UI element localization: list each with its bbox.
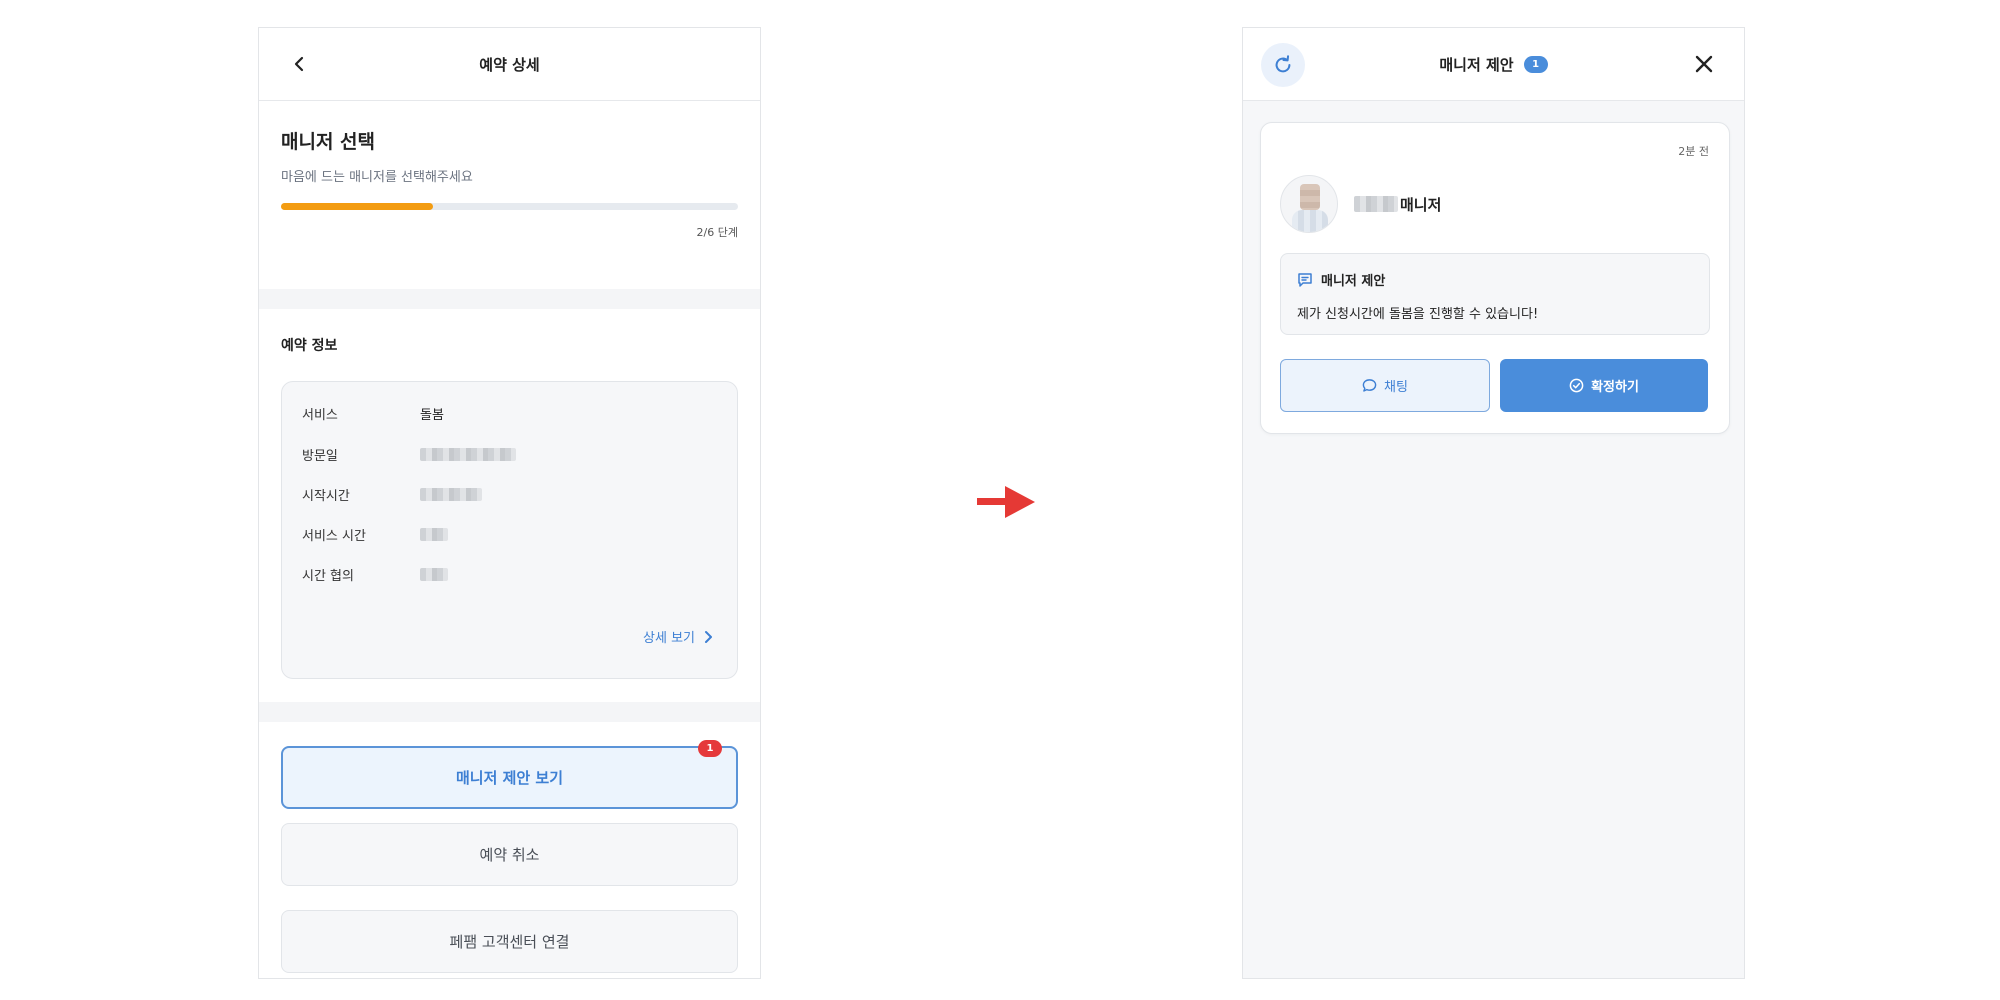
avatar-head (1300, 184, 1320, 210)
info-card: 서비스 돌봄 방문일 시작시간 서비스 시간 시간 협의 상세 보기 (281, 381, 738, 679)
offers-count-badge: 1 (698, 740, 722, 757)
page-title: 매니저 제안 1 (1439, 54, 1548, 75)
chat-bubble-icon (1362, 379, 1377, 392)
section-divider (259, 289, 760, 309)
info-label: 시작시간 (302, 488, 350, 504)
chevron-right-icon (705, 630, 712, 643)
reservation-info-section: 예약 정보 서비스 돌봄 방문일 시작시간 서비스 시간 시간 협의 상세 보기 (259, 309, 760, 702)
info-row-start-time: 시작시간 (302, 474, 717, 514)
support-label: 페팸 고객센터 연결 (449, 933, 570, 951)
message-header: 매니저 제안 (1297, 270, 1693, 289)
info-row-time-negotiation: 시간 협의 (302, 554, 717, 594)
section-divider (259, 702, 760, 722)
action-buttons: 매니저 제안 보기 1 예약 취소 페팸 고객센터 연결 (259, 722, 760, 973)
view-details-label: 상세 보기 (643, 631, 695, 646)
progress-bar (281, 203, 738, 210)
refresh-icon (1275, 55, 1291, 73)
page-title: 예약 상세 (479, 55, 540, 74)
header-bar: 예약 상세 (259, 28, 760, 101)
manager-offer-card: 2분 전 매니저 매니저 제안 제가 신청시간에 돌봄을 진행할 수 있습니다! (1260, 122, 1730, 434)
section-title: 매니저 선택 (281, 131, 376, 153)
offer-timestamp: 2분 전 (1678, 145, 1709, 158)
offer-message-box: 매니저 제안 제가 신청시간에 돌봄을 진행할 수 있습니다! (1280, 253, 1710, 335)
avatar (1280, 175, 1338, 233)
message-title: 매니저 제안 (1321, 274, 1386, 289)
cancel-label: 예약 취소 (479, 846, 540, 864)
title-text: 매니저 제안 (1439, 55, 1514, 74)
customer-center-button[interactable]: 페팸 고객센터 연결 (281, 910, 738, 973)
refresh-button[interactable] (1261, 43, 1305, 87)
manager-select-section: 매니저 선택 마음에 드는 매니저를 선택해주세요 2/6 단계 (259, 101, 760, 289)
confirm-label: 확정하기 (1591, 380, 1639, 395)
redacted-value (420, 447, 516, 461)
info-row-service-time: 서비스 시간 (302, 514, 717, 554)
view-details-link[interactable]: 상세 보기 (643, 627, 713, 646)
progress-fill (281, 203, 434, 210)
cancel-reservation-button[interactable]: 예약 취소 (281, 823, 738, 886)
info-row-visit-date: 방문일 (302, 434, 717, 474)
info-label: 방문일 (302, 448, 338, 464)
chat-label: 채팅 (1384, 380, 1408, 395)
view-manager-offers-button[interactable]: 매니저 제안 보기 1 (281, 740, 738, 809)
manager-info: 매니저 (1280, 175, 1441, 233)
avatar-body (1292, 210, 1328, 232)
back-button[interactable] (287, 52, 311, 76)
check-circle-icon (1569, 378, 1584, 393)
confirm-button[interactable]: 확정하기 (1500, 359, 1708, 412)
info-label: 시간 협의 (302, 568, 354, 584)
redacted-name (1354, 196, 1398, 212)
chat-button[interactable]: 채팅 (1280, 359, 1490, 412)
redacted-value (420, 527, 448, 541)
reservation-detail-screen: 예약 상세 매니저 선택 마음에 드는 매니저를 선택해주세요 2/6 단계 예… (258, 27, 761, 979)
info-section-title: 예약 정보 (281, 338, 338, 354)
arrow-right-icon (977, 486, 1035, 518)
redacted-value (420, 567, 448, 581)
manager-suffix: 매니저 (1400, 195, 1442, 214)
redacted-value (420, 487, 482, 501)
info-row-service: 서비스 돌봄 (302, 404, 717, 434)
manager-name: 매니저 (1354, 194, 1441, 215)
info-value: 돌봄 (420, 408, 444, 423)
offer-count-badge: 1 (1523, 55, 1548, 73)
chevron-left-icon (294, 56, 304, 72)
info-label: 서비스 (302, 408, 338, 423)
close-button[interactable] (1692, 52, 1716, 76)
message-text: 제가 신청시간에 돌봄을 진행할 수 있습니다! (1297, 307, 1539, 322)
message-icon (1298, 272, 1312, 287)
close-icon (1695, 55, 1713, 73)
section-subtitle: 마음에 드는 매니저를 선택해주세요 (281, 170, 473, 185)
step-label: 2/6 단계 (696, 226, 738, 239)
header-bar: 매니저 제안 1 (1243, 28, 1744, 101)
offer-actions: 채팅 확정하기 (1280, 359, 1710, 412)
info-label: 서비스 시간 (302, 528, 366, 544)
manager-offers-screen: 매니저 제안 1 2분 전 매니저 매니저 제안 제가 신청시간에 돌봄을 진행… (1242, 27, 1745, 979)
view-offers-label: 매니저 제안 보기 (455, 769, 564, 787)
